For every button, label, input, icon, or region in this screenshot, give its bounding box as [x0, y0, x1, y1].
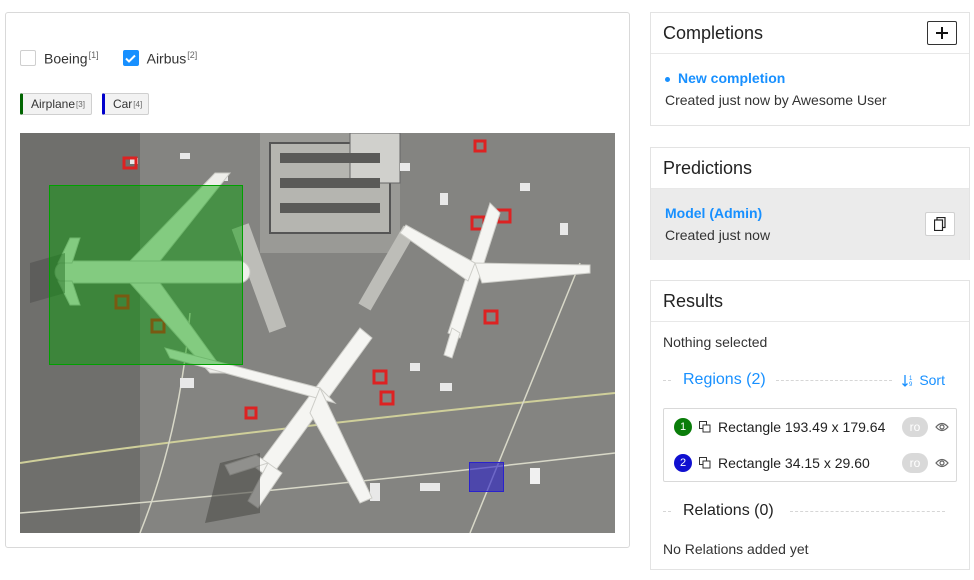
completions-panel: Completions New completion Created just … — [650, 12, 970, 126]
airplane-label-text: Airplane — [31, 97, 76, 111]
region-car-box[interactable] — [469, 462, 504, 492]
choices-group: Boeing[1] Airbus[2] — [20, 50, 221, 67]
sort-icon: 19 — [902, 374, 913, 387]
regions-header: Regions (2) 19 Sort — [663, 370, 945, 390]
relations-title: Relations (0) — [683, 502, 774, 519]
regions-list: 1 Rectangle 193.49 x 179.64 ro 2 Rectang… — [663, 408, 957, 482]
completion-title[interactable]: New completion — [678, 70, 785, 86]
completion-subtitle: Created just now by Awesome User — [665, 92, 887, 108]
nothing-selected-text: Nothing selected — [663, 334, 768, 350]
relations-header: Relations (0) — [663, 501, 945, 521]
regions-title[interactable]: Regions (2) — [683, 371, 766, 389]
region-number-badge: 2 — [674, 454, 692, 472]
predictions-title: Predictions — [663, 157, 753, 178]
prediction-subtitle: Created just now — [665, 227, 771, 243]
checkmark-icon — [125, 54, 136, 63]
readonly-badge: ro — [902, 453, 928, 473]
readonly-badge: ro — [902, 417, 928, 437]
label-airplane[interactable]: Airplane [3] — [20, 93, 92, 115]
prediction-item[interactable]: Model (Admin) Created just now — [651, 189, 969, 260]
copy-icon — [934, 217, 946, 231]
car-hotkey: [4] — [133, 99, 143, 109]
sort-button[interactable]: 19 Sort — [902, 372, 945, 388]
airbus-label: Airbus — [146, 50, 187, 67]
region-description: Rectangle 193.49 x 179.64 — [718, 419, 886, 435]
copy-prediction-button[interactable] — [925, 212, 955, 236]
completion-item[interactable]: New completion Created just now by Aweso… — [651, 54, 969, 108]
region-list-item[interactable]: 2 Rectangle 34.15 x 29.60 ro — [664, 445, 956, 481]
region-list-item[interactable]: 1 Rectangle 193.49 x 179.64 ro — [664, 409, 956, 445]
eye-icon[interactable] — [934, 455, 950, 471]
completions-title: Completions — [663, 22, 764, 43]
sort-label: Sort — [919, 372, 945, 388]
car-label-text: Car — [112, 97, 133, 111]
choice-airbus[interactable]: Airbus[2] — [122, 50, 198, 67]
boeing-hotkey: [1] — [88, 50, 99, 60]
region-number-badge: 1 — [674, 418, 692, 436]
add-completion-button[interactable] — [927, 21, 957, 45]
active-dot-icon — [665, 76, 670, 82]
boeing-label: Boeing — [44, 50, 88, 67]
plus-icon — [936, 27, 948, 39]
results-title: Results — [663, 290, 724, 311]
airbus-hotkey: [2] — [187, 50, 198, 60]
region-airplane-box[interactable] — [49, 185, 243, 365]
results-panel: Results Nothing selected Regions (2) 19 … — [650, 280, 970, 570]
no-relations-text: No Relations added yet — [663, 541, 809, 557]
labels-group: Airplane [3] Car [4] — [20, 93, 159, 115]
rectangle-region-icon — [698, 456, 712, 470]
eye-icon[interactable] — [934, 419, 950, 435]
boeing-checkbox[interactable] — [20, 50, 36, 67]
labeling-editor: Boeing[1] Airbus[2] Airplane [3] Car [4] — [5, 12, 630, 548]
region-description: Rectangle 34.15 x 29.60 — [718, 455, 870, 471]
rectangle-region-icon — [698, 420, 712, 434]
airplane-hotkey: [3] — [76, 99, 85, 109]
aerial-image-canvas[interactable] — [20, 133, 615, 533]
predictions-panel: Predictions Model (Admin) Created just n… — [650, 147, 970, 260]
label-car[interactable]: Car [4] — [101, 93, 150, 115]
svg-text:9: 9 — [909, 382, 913, 387]
airbus-checkbox[interactable] — [122, 50, 139, 67]
choice-boeing[interactable]: Boeing[1] — [20, 50, 99, 67]
prediction-title[interactable]: Model (Admin) — [665, 205, 955, 221]
